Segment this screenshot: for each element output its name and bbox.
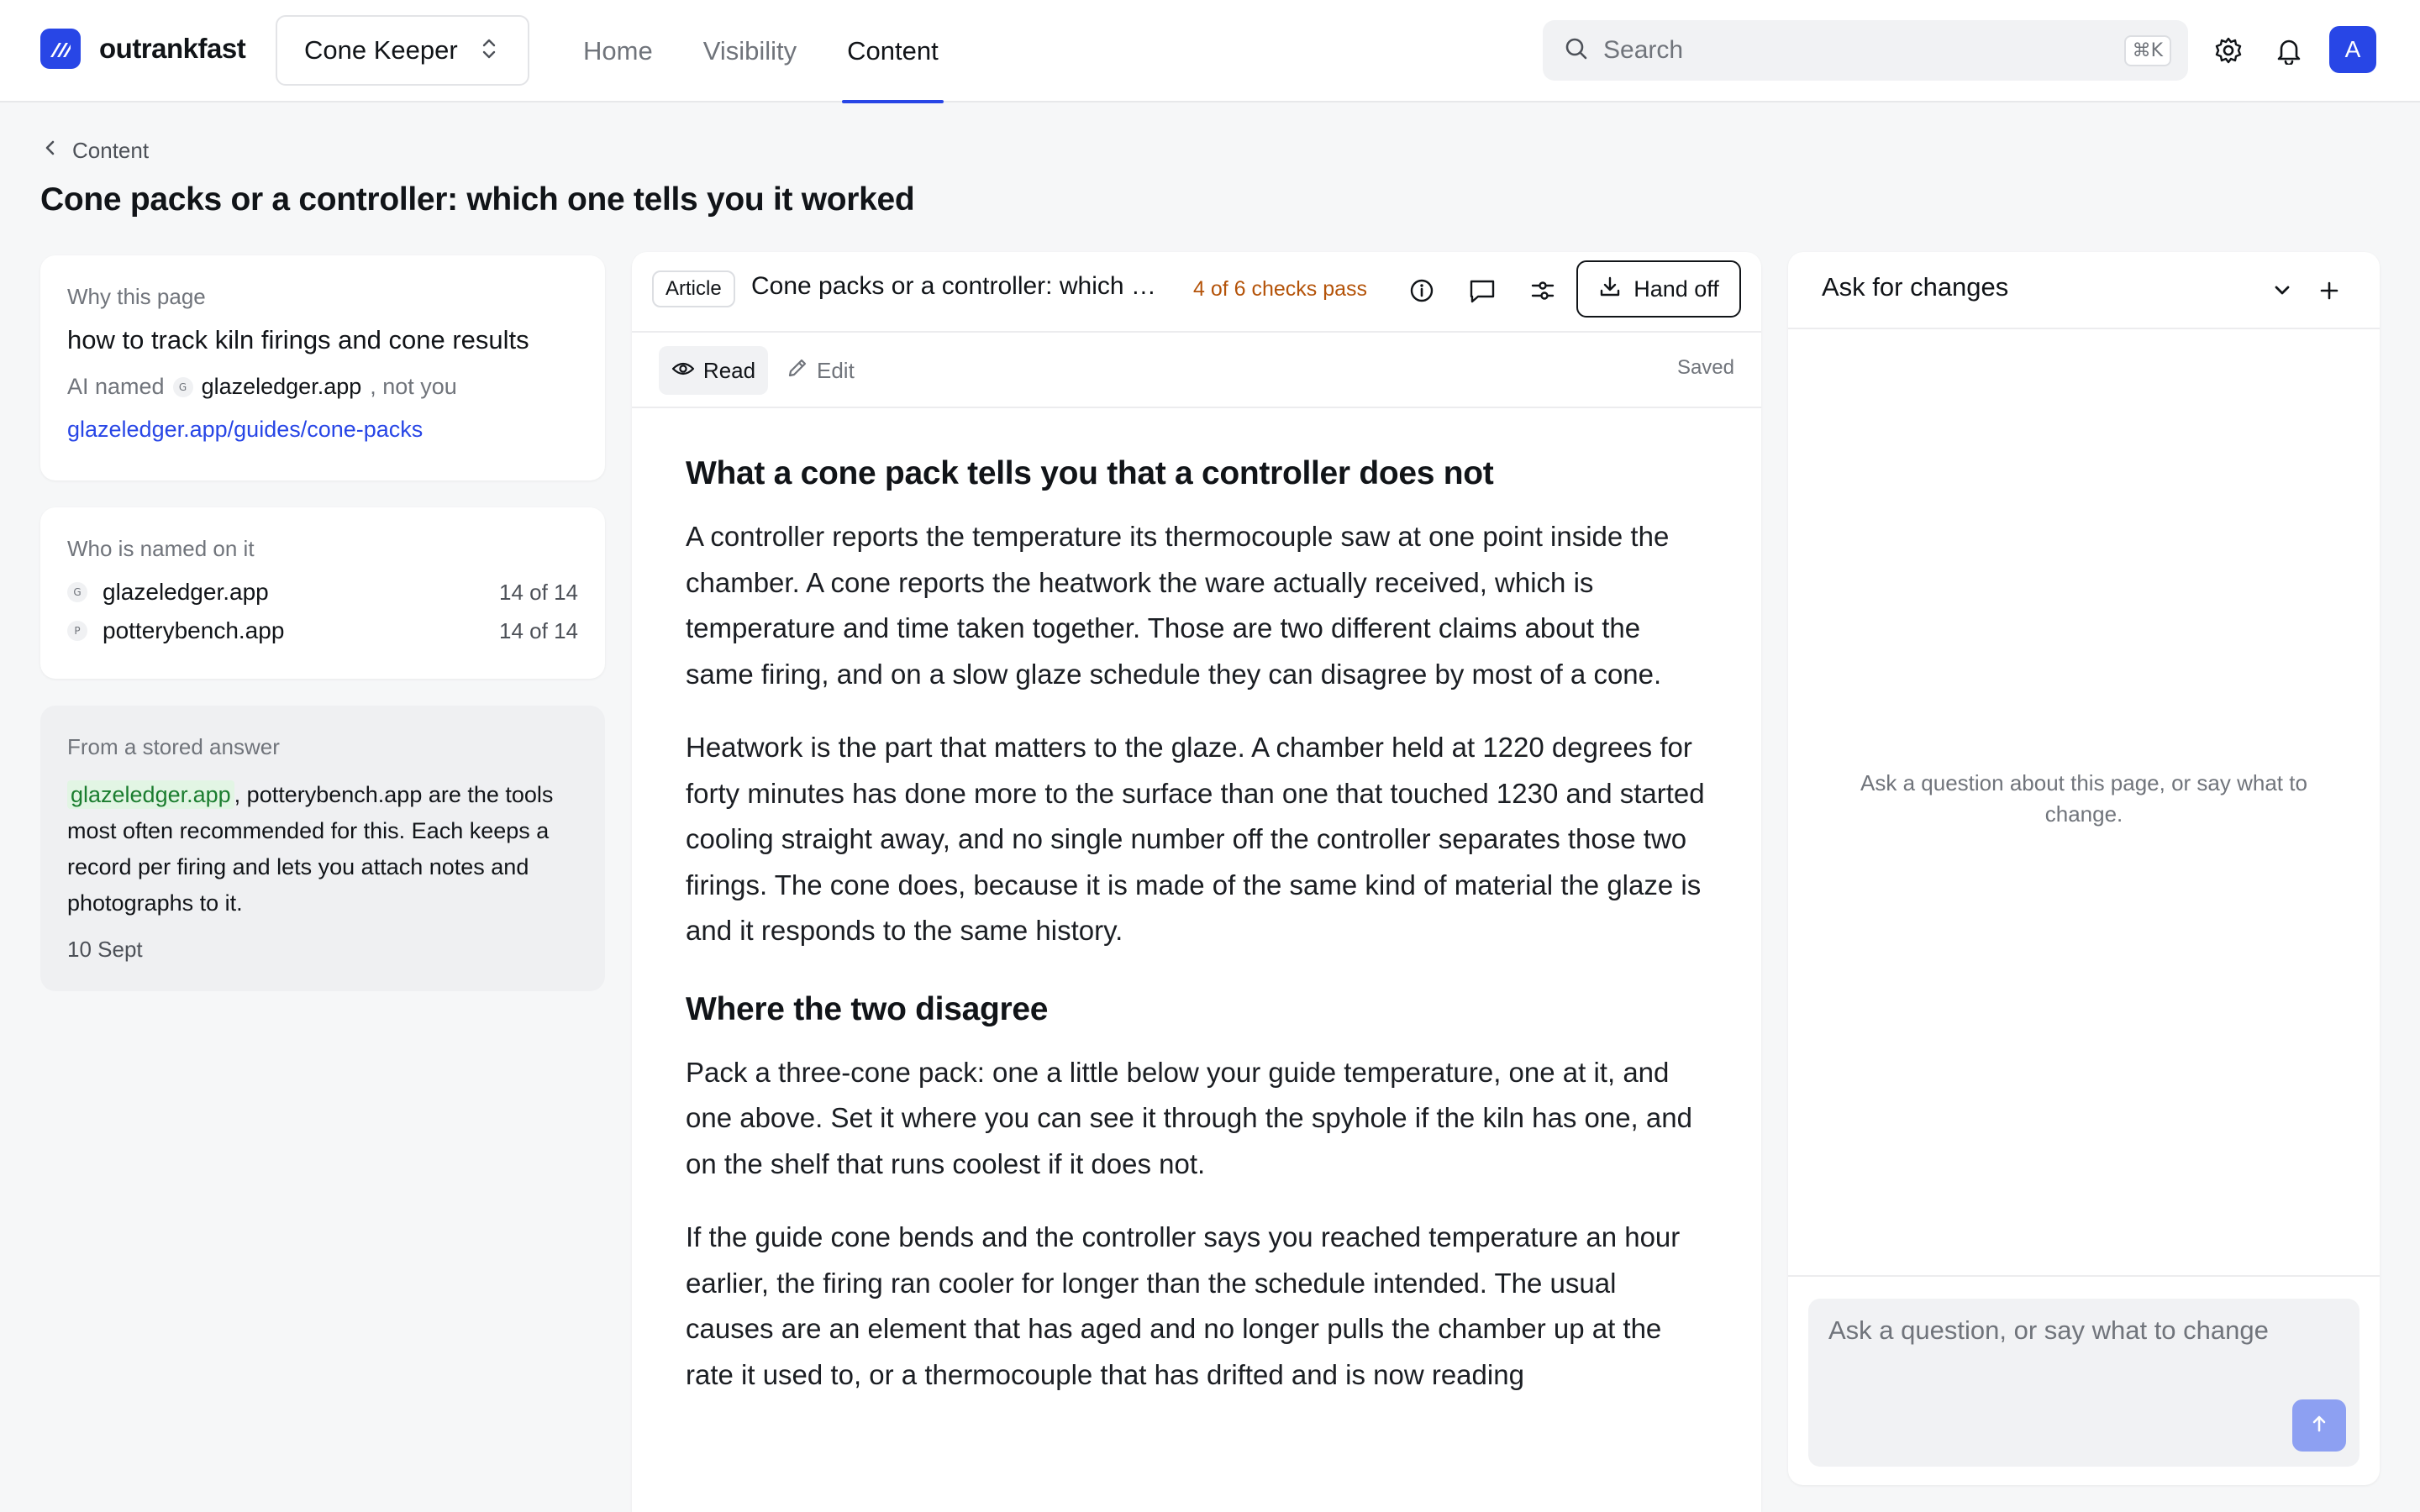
- stored-date: 10 Sept: [67, 937, 143, 962]
- article-editor: Article Cone packs or a controller: whic…: [632, 252, 1761, 1512]
- content-type-tag: Article: [652, 270, 735, 307]
- search-shortcut: ⌘K: [2123, 34, 2171, 66]
- top-bar: outrankfast Cone Keeper Home Visibility …: [0, 0, 2420, 103]
- edit-label: Edit: [817, 357, 855, 383]
- ai-named-line: AI named G glazeledger.app , not you: [67, 374, 578, 400]
- stored-answer-card: From a stored answer glazeledger.app, po…: [40, 706, 605, 991]
- search-input[interactable]: Search ⌘K: [1543, 20, 2188, 81]
- page-title: Cone packs or a controller: which one te…: [40, 181, 915, 218]
- stored-highlight: glazeledger.app: [67, 780, 234, 809]
- send-button[interactable]: [2292, 1399, 2346, 1452]
- checks-status[interactable]: 4 of 6 checks pass: [1193, 277, 1367, 302]
- user-avatar[interactable]: A: [2329, 26, 2376, 73]
- read-label: Read: [702, 357, 756, 383]
- logo-mark-icon: [40, 29, 81, 69]
- download-icon: [1598, 275, 1622, 304]
- named-row: P potterybench.app 14 of 14: [67, 617, 578, 644]
- app-logo[interactable]: outrankfast: [40, 29, 246, 69]
- brand-favicon-icon: P: [67, 621, 87, 641]
- chat-title: Ask for changes: [1822, 272, 2009, 302]
- gear-icon[interactable]: [2212, 34, 2245, 67]
- hand-off-button[interactable]: Hand off: [1576, 260, 1741, 318]
- editor-title: Cone packs or a controller: which one te…: [751, 272, 1163, 300]
- chat-divider: [1788, 1275, 2380, 1277]
- why-card: Why this page how to track kiln firings …: [40, 255, 605, 480]
- chat-header: Ask for changes: [1788, 252, 2380, 329]
- read-mode-button[interactable]: Read: [659, 346, 768, 395]
- why-query: how to track kiln firings and cone resul…: [67, 325, 529, 354]
- named-count: 14 of 14: [499, 579, 578, 605]
- stored-kicker: From a stored answer: [67, 734, 280, 759]
- nav-visibility[interactable]: Visibility: [678, 0, 822, 102]
- named-brand: glazeledger.app: [103, 579, 269, 605]
- named-kicker: Who is named on it: [67, 536, 255, 561]
- eye-icon: [671, 358, 695, 384]
- why-kicker: Why this page: [67, 284, 206, 309]
- comment-icon[interactable]: [1465, 274, 1499, 307]
- chevron-down-icon[interactable]: [2265, 274, 2299, 307]
- chat-panel: Ask for changes Ask a question about thi…: [1788, 252, 2380, 1485]
- nav-home[interactable]: Home: [558, 0, 678, 102]
- paragraph: If the guide cone bends and the controll…: [686, 1221, 1681, 1390]
- paragraph: Heatwork is the part that matters to the…: [686, 732, 1705, 946]
- chat-empty-state: Ask a question about this page, or say w…: [1860, 770, 2307, 827]
- pencil-icon: [786, 357, 808, 385]
- save-status: Saved: [1676, 356, 1734, 379]
- paragraph: A controller reports the temperature its…: [686, 521, 1670, 690]
- chat-input[interactable]: [1808, 1299, 2360, 1467]
- arrow-up-icon: [2308, 1413, 2330, 1439]
- bell-icon[interactable]: [2272, 34, 2306, 67]
- stored-answer-text: glazeledger.app, potterybench.app are th…: [67, 777, 578, 921]
- breadcrumb-label: Content: [72, 138, 150, 163]
- editor-header: Article Cone packs or a controller: whic…: [632, 252, 1761, 333]
- chevron-left-icon: [44, 138, 57, 164]
- section-heading: Where the two disagree: [686, 990, 1049, 1027]
- breadcrumb[interactable]: Content: [44, 138, 149, 164]
- settings-sliders-icon[interactable]: [1526, 274, 1560, 307]
- main-nav: Home Visibility Content: [558, 0, 964, 103]
- info-icon[interactable]: [1405, 274, 1439, 307]
- plus-icon[interactable]: [2312, 274, 2346, 307]
- search-placeholder: Search: [1603, 36, 1684, 64]
- chevron-up-down-icon: [480, 35, 498, 66]
- hand-off-label: Hand off: [1634, 276, 1719, 302]
- project-switcher[interactable]: Cone Keeper: [276, 15, 529, 86]
- section-heading: What a cone pack tells you that a contro…: [686, 455, 1494, 491]
- scroll-fade: [632, 1394, 1761, 1512]
- named-card: Who is named on it G glazeledger.app 14 …: [40, 507, 605, 679]
- ai-named-brand: glazeledger.app: [201, 374, 362, 399]
- search-icon: [1563, 35, 1590, 66]
- source-url-link[interactable]: glazeledger.app/guides/cone-packs: [67, 417, 578, 443]
- paragraph: Pack a three-cone pack: one a little bel…: [686, 1056, 1692, 1179]
- brand-favicon-icon: G: [67, 582, 87, 602]
- nav-content[interactable]: Content: [822, 0, 964, 103]
- article-body: What a cone pack tells you that a contro…: [686, 455, 1707, 1425]
- app-name: outrankfast: [99, 33, 246, 64]
- edit-mode-button[interactable]: Edit: [786, 346, 855, 395]
- named-count: 14 of 14: [499, 617, 578, 643]
- ai-named-prefix: AI named: [67, 374, 165, 399]
- named-row: G glazeledger.app 14 of 14: [67, 579, 578, 606]
- ai-named-suffix: , not you: [370, 374, 457, 399]
- project-name: Cone Keeper: [304, 35, 458, 65]
- named-brand: potterybench.app: [103, 617, 285, 643]
- brand-favicon-icon: G: [172, 376, 193, 397]
